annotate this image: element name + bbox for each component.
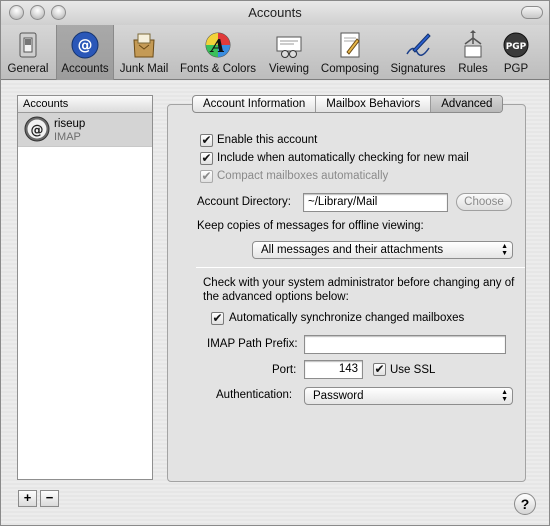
use-ssl-checkbox[interactable]: ✔ <box>373 363 386 376</box>
composing-icon <box>340 32 360 58</box>
toolbar-accounts[interactable]: @ Accounts <box>56 25 114 80</box>
admin-note-line2: the advanced options below: <box>203 291 349 303</box>
account-row-riseup[interactable]: @ riseup IMAP <box>18 113 152 147</box>
accounts-list-header: Accounts <box>18 96 152 113</box>
popup-arrows-icon: ▲ ▼ <box>501 389 508 403</box>
include-auto-check-label: Include when automatically checking for … <box>217 152 469 164</box>
use-ssl-label: Use SSL <box>390 364 436 376</box>
svg-text:PGP: PGP <box>506 42 527 52</box>
accounts-list: Accounts @ riseup IMAP <box>17 95 153 480</box>
compact-mailboxes-label: Compact mailboxes automatically <box>217 170 389 182</box>
include-auto-check-checkbox[interactable]: ✔ <box>200 152 213 165</box>
compact-mailboxes-checkbox[interactable]: ✔ <box>200 170 213 183</box>
switch-icon <box>19 32 37 58</box>
authentication-value: Password <box>313 390 364 402</box>
preferences-window: Accounts General @ Accounts Junk Mail A … <box>0 0 550 526</box>
viewing-icon <box>276 36 302 58</box>
add-account-button[interactable]: + <box>18 490 37 507</box>
title-bar: Accounts <box>1 1 549 25</box>
junk-mail-icon <box>133 33 155 58</box>
separator <box>196 267 525 268</box>
port-label: Port: <box>272 364 297 376</box>
authentication-popup[interactable]: Password ▲ ▼ <box>304 387 513 405</box>
svg-text:@: @ <box>78 36 93 54</box>
admin-note-line1: Check with your system administrator bef… <box>203 277 515 289</box>
enable-account-label: Enable this account <box>217 134 318 146</box>
account-tabs: Account Information Mailbox Behaviors Ad… <box>192 95 504 113</box>
auto-sync-checkbox[interactable]: ✔ <box>211 312 224 325</box>
signature-pen-icon <box>406 33 431 56</box>
toolbar-pgp[interactable]: PGP PGP <box>497 25 535 80</box>
port-field[interactable]: 143 <box>304 360 363 379</box>
authentication-label: Authentication: <box>216 389 293 401</box>
account-directory-label: Account Directory: <box>197 196 291 208</box>
imap-path-prefix-label: IMAP Path Prefix: <box>207 338 298 350</box>
account-type: IMAP <box>54 131 81 143</box>
toolbar-fonts-colors[interactable]: A Fonts & Colors <box>175 25 261 80</box>
popup-arrows-icon: ▲ ▼ <box>501 243 508 257</box>
at-sign-icon: @ <box>24 116 50 142</box>
tab-account-information[interactable]: Account Information <box>193 96 317 112</box>
window-title: Accounts <box>248 5 302 20</box>
toolbar-composing[interactable]: Composing <box>317 25 383 80</box>
offline-copies-value: All messages and their attachments <box>261 244 444 256</box>
toolbar-rules[interactable]: Rules <box>453 25 493 80</box>
toolbar-toggle-button[interactable] <box>521 6 543 19</box>
rules-icon <box>464 30 482 58</box>
svg-text:A: A <box>209 36 225 57</box>
pgp-icon: PGP <box>503 32 529 58</box>
font-palette-icon: A <box>205 32 231 58</box>
preferences-toolbar: General @ Accounts Junk Mail A Fonts & C… <box>1 25 549 80</box>
tab-advanced[interactable]: Advanced <box>431 96 503 112</box>
toolbar-junk-mail[interactable]: Junk Mail <box>117 25 171 80</box>
remove-account-button[interactable]: − <box>40 490 59 507</box>
account-name: riseup <box>54 118 86 130</box>
choose-button[interactable]: Choose <box>456 193 512 211</box>
svg-text:@: @ <box>31 123 44 138</box>
offline-copies-label: Keep copies of messages for offline view… <box>197 220 424 232</box>
tab-mailbox-behaviors[interactable]: Mailbox Behaviors <box>316 96 432 112</box>
toolbar-viewing[interactable]: Viewing <box>264 25 314 80</box>
imap-path-prefix-field[interactable] <box>304 335 506 354</box>
toolbar-signatures[interactable]: Signatures <box>387 25 449 80</box>
offline-copies-popup[interactable]: All messages and their attachments ▲ ▼ <box>252 241 513 259</box>
toolbar-general[interactable]: General <box>3 25 53 80</box>
help-button[interactable]: ? <box>514 493 536 515</box>
auto-sync-label: Automatically synchronize changed mailbo… <box>229 312 465 324</box>
account-directory-field[interactable]: ~/Library/Mail <box>303 193 448 212</box>
enable-account-checkbox[interactable]: ✔ <box>200 134 213 147</box>
at-sign-icon: @ <box>71 31 99 59</box>
